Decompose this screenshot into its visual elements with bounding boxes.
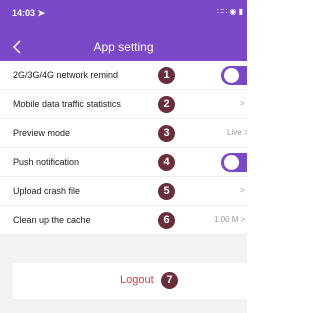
page-title: App setting	[93, 40, 154, 54]
callout-marker: 3	[158, 125, 175, 142]
cache-size-value: 1.00 M >	[214, 215, 246, 224]
logout-label: Logout	[120, 274, 154, 286]
setting-label: Clean up the cache	[13, 215, 91, 225]
setting-row-push-notification[interactable]: Push notification 4	[0, 148, 247, 177]
callout-marker: 2	[158, 96, 175, 113]
setting-row-preview-mode[interactable]: Preview mode 3 Live >	[0, 119, 247, 148]
callout-marker: 6	[158, 212, 175, 229]
header-bar: 14:03 ➤ ∷∷ ◉ ▮ App setting	[0, 0, 247, 61]
callout-marker: 7	[161, 272, 178, 289]
preview-mode-value: Live >	[227, 128, 247, 137]
toggle-knob	[224, 155, 239, 170]
setting-label: Upload crash file	[13, 186, 81, 196]
network-remind-toggle[interactable]	[221, 66, 247, 85]
setting-row-network-remind[interactable]: 2G/3G/4G network remind 1	[0, 61, 247, 90]
callout-marker: 1	[158, 67, 175, 84]
push-notification-toggle[interactable]	[221, 153, 247, 172]
setting-label: 2G/3G/4G network remind	[13, 70, 119, 80]
chevron-right-icon: >	[240, 99, 245, 108]
app-setting-screen: 14:03 ➤ ∷∷ ◉ ▮ App setting 2G/3G/4G netw…	[0, 0, 247, 313]
settings-list: 2G/3G/4G network remind 1 Mobile data tr…	[0, 61, 247, 235]
setting-label: Preview mode	[13, 128, 71, 138]
setting-label: Push notification	[13, 157, 80, 167]
setting-row-clean-cache[interactable]: Clean up the cache 6 1.00 M >	[0, 206, 247, 235]
setting-row-traffic-statistics[interactable]: Mobile data traffic statistics 2 >	[0, 90, 247, 119]
status-time: 14:03 ➤	[12, 8, 46, 18]
logout-button[interactable]: Logout 7	[13, 263, 247, 299]
callout-marker: 4	[158, 154, 175, 171]
toggle-knob	[224, 68, 239, 83]
setting-label: Mobile data traffic statistics	[13, 99, 121, 109]
chevron-right-icon: >	[240, 186, 245, 195]
callout-marker: 5	[158, 183, 175, 200]
status-indicators: ∷∷ ◉ ▮	[216, 7, 243, 16]
setting-row-upload-crash-file[interactable]: Upload crash file 5 >	[0, 177, 247, 206]
